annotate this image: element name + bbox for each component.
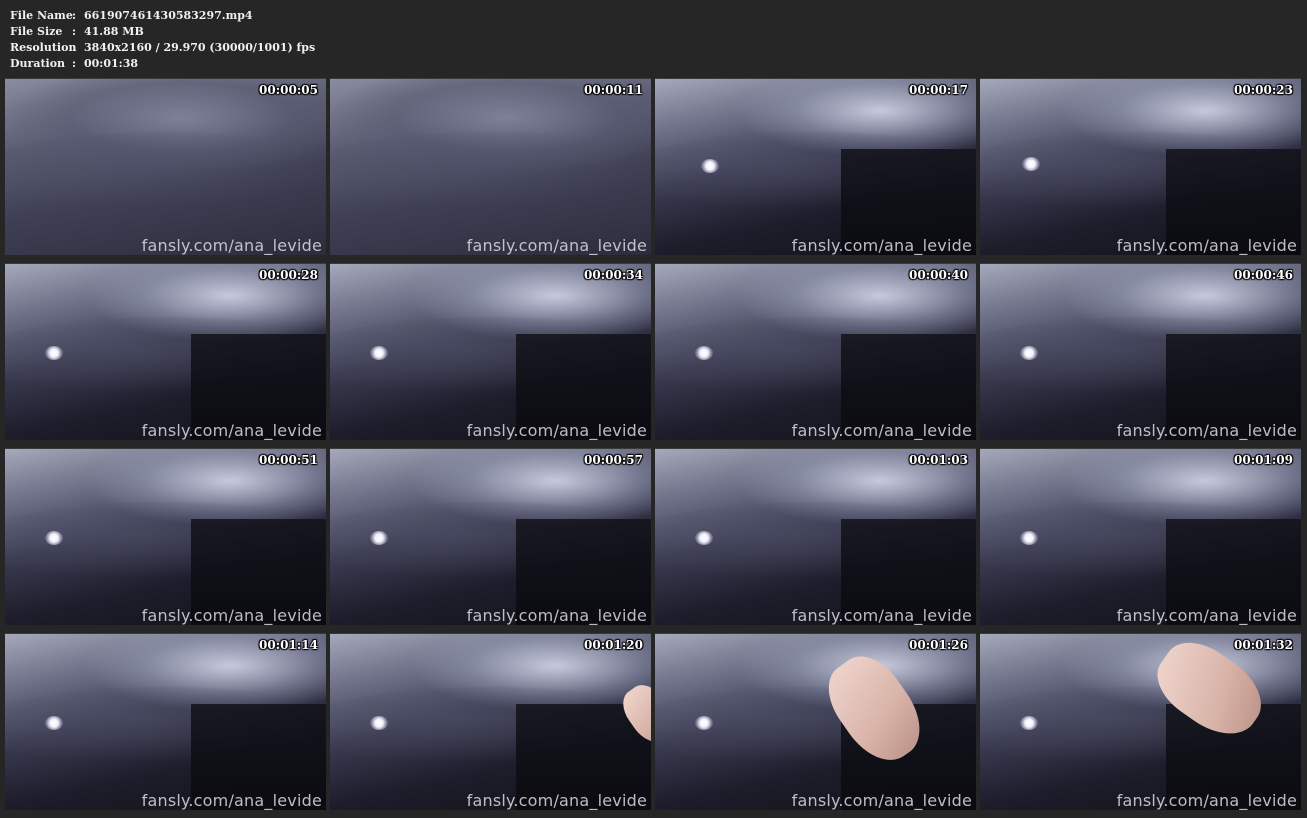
thumbnail-timestamp: 00:00:46	[1234, 268, 1293, 282]
thumbnail[interactable]: 00:00:46 fansly.com/ana_levide	[980, 263, 1301, 440]
separator: :	[72, 41, 77, 54]
resolution-value: 3840x2160 / 29.970 (30000/1001) fps	[84, 41, 316, 54]
light-reflection	[695, 346, 713, 360]
thumbnail-timestamp: 00:01:09	[1234, 453, 1293, 467]
thumbnail[interactable]: 00:01:03 fansly.com/ana_levide	[655, 448, 976, 625]
thumbnail-timestamp: 00:00:57	[584, 453, 643, 467]
duration-row: Duration : 00:01:38	[10, 56, 315, 72]
file-name-value: 661907461430583297.mp4	[84, 9, 253, 22]
resolution-row: Resolution : 3840x2160 / 29.970 (30000/1…	[10, 40, 315, 56]
light-reflection	[370, 716, 388, 730]
light-reflection	[370, 346, 388, 360]
light-reflection	[1020, 531, 1038, 545]
thumbnail[interactable]: 00:00:11 fansly.com/ana_levide	[330, 78, 651, 255]
file-size-value: 41.88 MB	[84, 25, 144, 38]
watermark-text: fansly.com/ana_levide	[1116, 791, 1297, 810]
light-reflection	[1020, 346, 1038, 360]
thumbnail[interactable]: 00:01:32 fansly.com/ana_levide	[980, 633, 1301, 810]
duration-value: 00:01:38	[84, 57, 139, 70]
thumbnail-timestamp: 00:01:26	[909, 638, 968, 652]
thumbnail[interactable]: 00:00:17 fansly.com/ana_levide	[655, 78, 976, 255]
thumbnail[interactable]: 00:01:26 fansly.com/ana_levide	[655, 633, 976, 810]
thumbnail[interactable]: 00:00:28 fansly.com/ana_levide	[5, 263, 326, 440]
separator: :	[72, 25, 77, 38]
thumbnail[interactable]: 00:01:09 fansly.com/ana_levide	[980, 448, 1301, 625]
thumbnail-timestamp: 00:00:40	[909, 268, 968, 282]
thumbnail-timestamp: 00:00:51	[259, 453, 318, 467]
light-reflection	[695, 716, 713, 730]
light-reflection	[701, 159, 719, 173]
separator: :	[72, 9, 77, 22]
thumbnail-timestamp: 00:00:11	[584, 83, 643, 97]
light-reflection	[45, 531, 63, 545]
thumbnail[interactable]: 00:01:14 fansly.com/ana_levide	[5, 633, 326, 810]
watermark-text: fansly.com/ana_levide	[1116, 606, 1297, 625]
thumbnail-grid: 00:00:05 fansly.com/ana_levide 00:00:11 …	[5, 78, 1301, 810]
thumbnail[interactable]: 00:00:05 fansly.com/ana_levide	[5, 78, 326, 255]
watermark-text: fansly.com/ana_levide	[1116, 236, 1297, 255]
thumbnail-timestamp: 00:00:17	[909, 83, 968, 97]
file-size-row: File Size : 41.88 MB	[10, 24, 315, 40]
watermark-text: fansly.com/ana_levide	[141, 606, 322, 625]
fabric-fold	[330, 131, 651, 211]
thumbnail-timestamp: 00:01:03	[909, 453, 968, 467]
watermark-text: fansly.com/ana_levide	[791, 421, 972, 440]
thumbnail[interactable]: 00:00:34 fansly.com/ana_levide	[330, 263, 651, 440]
file-name-row: File Name : 661907461430583297.mp4	[10, 8, 315, 24]
watermark-text: fansly.com/ana_levide	[791, 606, 972, 625]
light-reflection	[1022, 157, 1040, 171]
duration-label: Duration	[10, 57, 66, 70]
watermark-text: fansly.com/ana_levide	[466, 421, 647, 440]
light-reflection	[45, 716, 63, 730]
separator: :	[72, 57, 77, 70]
thumbnail-timestamp: 00:00:28	[259, 268, 318, 282]
thumbnail-timestamp: 00:01:32	[1234, 638, 1293, 652]
watermark-text: fansly.com/ana_levide	[141, 236, 322, 255]
watermark-text: fansly.com/ana_levide	[791, 791, 972, 810]
watermark-text: fansly.com/ana_levide	[1116, 421, 1297, 440]
file-size-label: File Size	[10, 25, 63, 38]
fabric-fold	[5, 131, 326, 211]
watermark-text: fansly.com/ana_levide	[466, 236, 647, 255]
watermark-text: fansly.com/ana_levide	[141, 421, 322, 440]
thumbnail-timestamp: 00:01:14	[259, 638, 318, 652]
watermark-text: fansly.com/ana_levide	[466, 606, 647, 625]
thumbnail[interactable]: 00:00:23 fansly.com/ana_levide	[980, 78, 1301, 255]
watermark-text: fansly.com/ana_levide	[141, 791, 322, 810]
light-reflection	[45, 346, 63, 360]
watermark-text: fansly.com/ana_levide	[466, 791, 647, 810]
thumbnail[interactable]: 00:00:40 fansly.com/ana_levide	[655, 263, 976, 440]
thumbnail[interactable]: 00:00:57 fansly.com/ana_levide	[330, 448, 651, 625]
thumbnail-timestamp: 00:00:05	[259, 83, 318, 97]
light-reflection	[1020, 716, 1038, 730]
thumbnail-timestamp: 00:00:34	[584, 268, 643, 282]
thumbnail[interactable]: 00:01:20 fansly.com/ana_levide	[330, 633, 651, 810]
thumbnail[interactable]: 00:00:51 fansly.com/ana_levide	[5, 448, 326, 625]
light-reflection	[370, 531, 388, 545]
file-info-header: File Name : 661907461430583297.mp4 File …	[10, 8, 315, 72]
light-reflection	[695, 531, 713, 545]
thumbnail-timestamp: 00:01:20	[584, 638, 643, 652]
thumbnail-timestamp: 00:00:23	[1234, 83, 1293, 97]
watermark-text: fansly.com/ana_levide	[791, 236, 972, 255]
file-name-label: File Name	[10, 9, 73, 22]
resolution-label: Resolution	[10, 41, 77, 54]
